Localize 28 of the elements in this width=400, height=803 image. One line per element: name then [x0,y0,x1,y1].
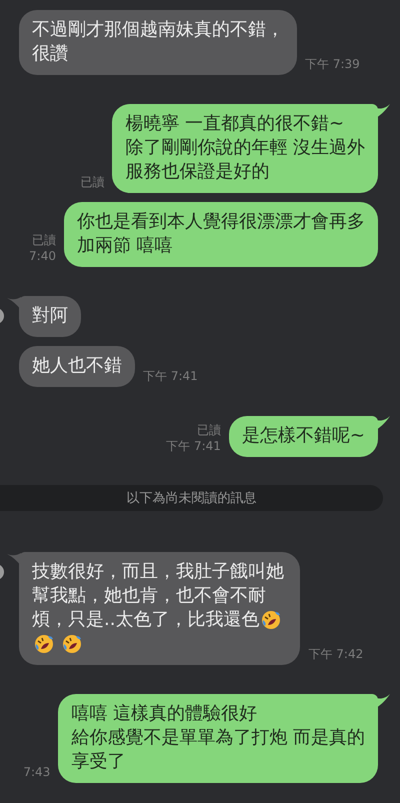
read-receipt: 已讀 [80,174,104,190]
message-text: 煩，只是..太色了，比我還色 [32,608,260,632]
laughing-emoji-icon [62,634,82,654]
message-text: 楊曉寧 一直都真的很不錯~ [125,112,344,136]
message-time: 下午 7:41 [166,438,221,454]
message-text: 是怎樣不錯呢~ [242,424,365,448]
message-text: 她人也不錯 [32,354,122,378]
message-text: 給你感覺不是單單為了打炮 而是真的 [71,726,365,750]
message-text: 幫我點，她也肯，也不會不耐 [32,584,266,608]
message-text: 加兩節 嘻嘻 [77,234,173,258]
message-text: 享受了 [71,750,126,774]
message-text: 很讚 [32,42,68,66]
message-text: 技數很好，而且，我肚子餓叫她 [32,560,284,584]
laughing-emoji-icon [34,634,54,654]
message-time: 7:43 [23,764,50,780]
message-text: 對阿 [32,304,68,328]
message-text: 嘻嘻 這樣真的體驗很好 [71,702,257,726]
read-receipt: 已讀 [196,422,221,438]
read-receipt: 已讀 [32,232,56,248]
message-time: 7:40 [29,248,56,264]
message-text: 你也是看到本人覺得很漂漂才會再多 [77,210,365,234]
message-time: 下午 7:39 [305,56,360,72]
message-time: 下午 7:42 [308,646,364,662]
laughing-emoji-icon [261,610,282,630]
message-text: 不過剛才那個越南妹真的不錯， [32,18,284,42]
message-text: 服務也保證是好的 [125,160,270,184]
message-time: 下午 7:41 [143,368,198,384]
message-text: 除了剛剛你說的年輕 沒生過外 [125,136,365,160]
